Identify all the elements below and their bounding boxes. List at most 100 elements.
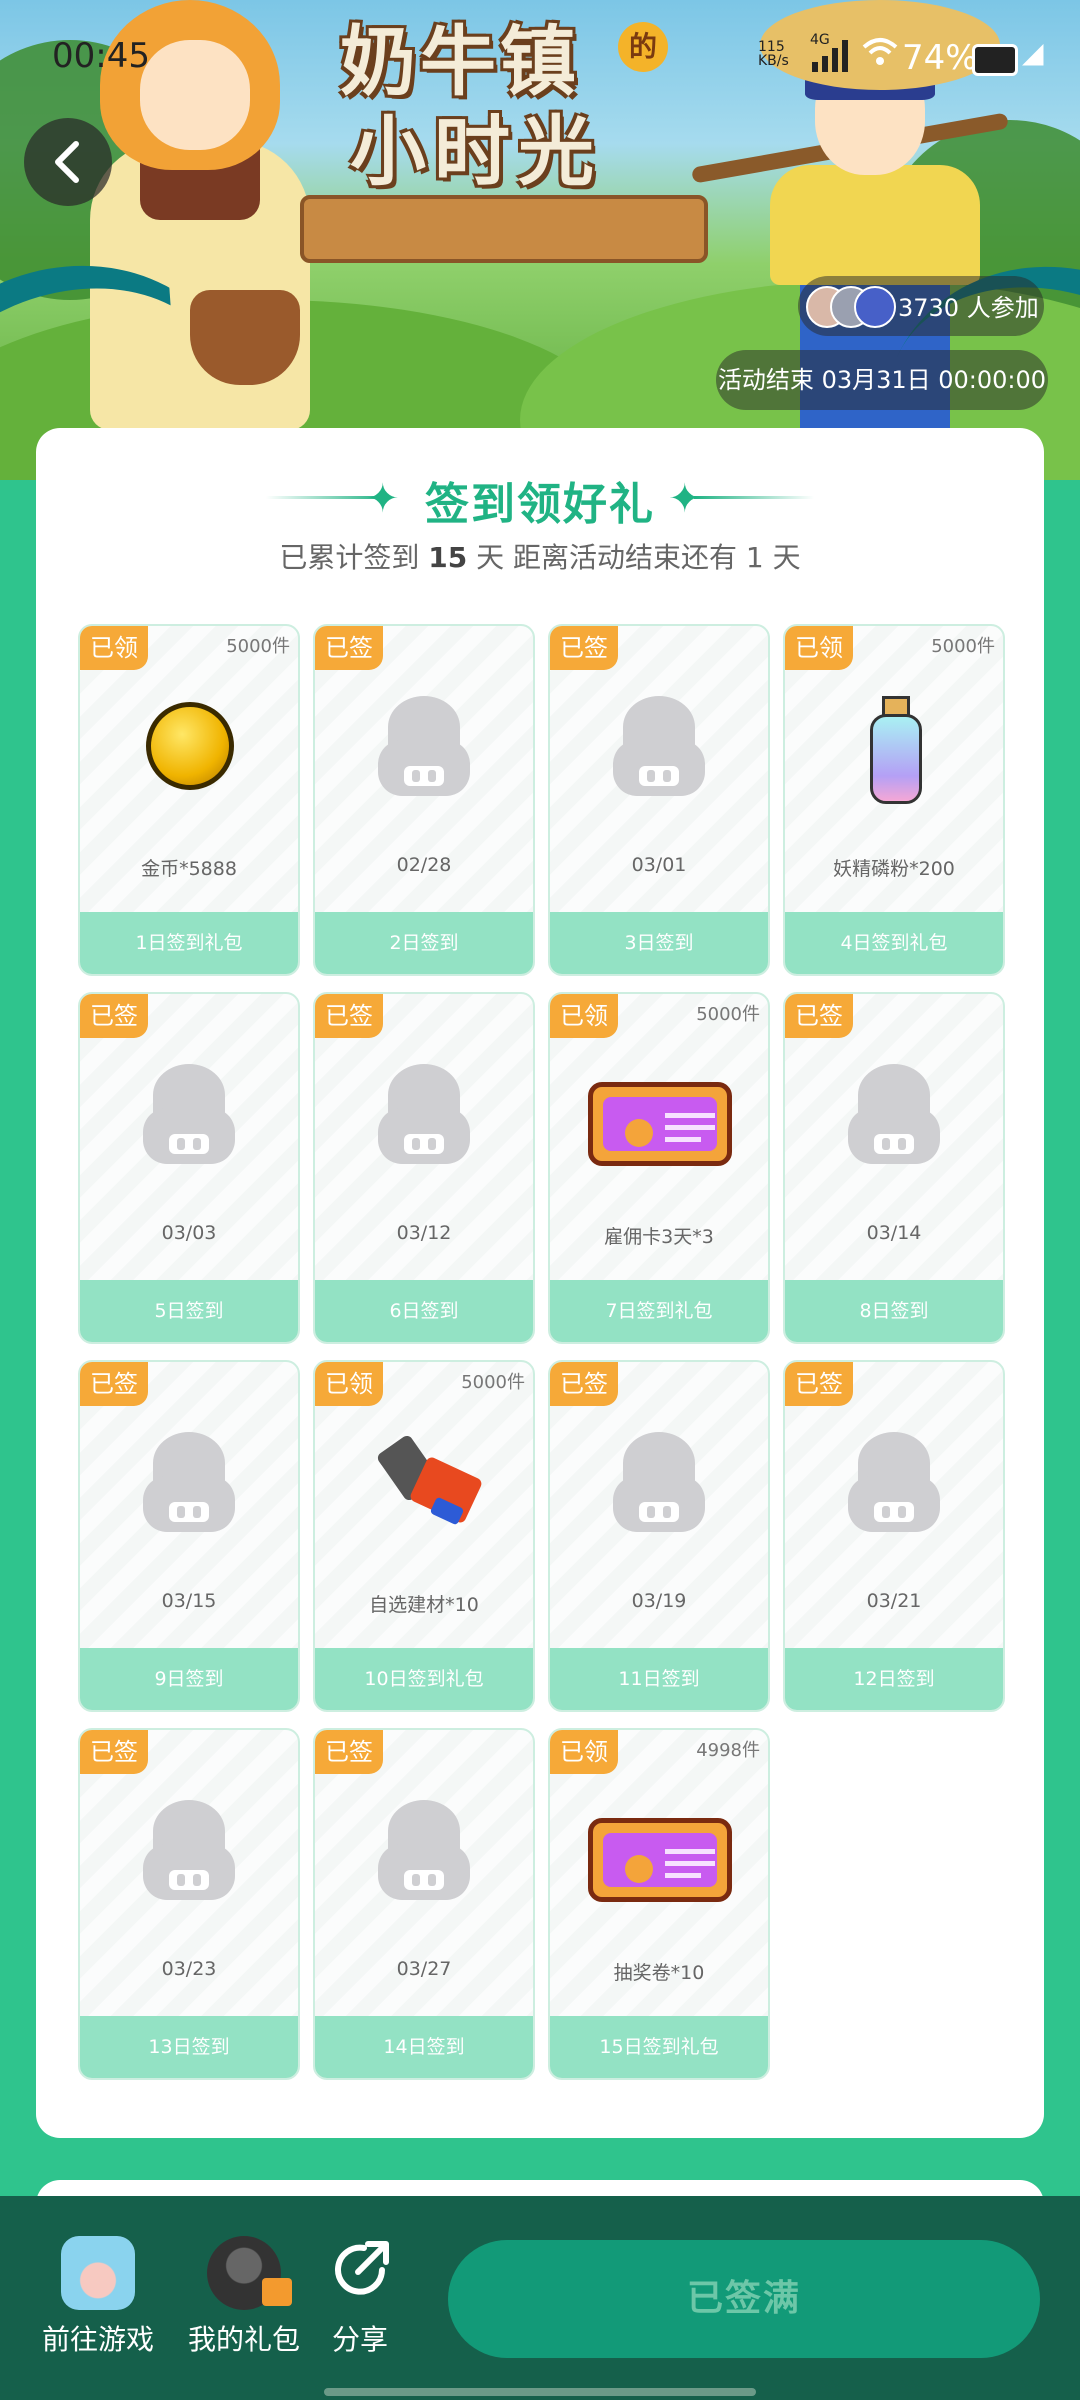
reward-cell[interactable]: 已领 4998件 抽奖卷*10 15日签到礼包	[548, 1728, 770, 2080]
participants-count: 3730 人参加	[898, 294, 1039, 322]
claim-status-tag: 已签	[80, 994, 148, 1038]
claim-status-tag: 已签	[550, 1362, 618, 1406]
reward-day-label: 11日签到	[550, 1648, 768, 1710]
stock-quantity: 5000件	[226, 636, 290, 657]
reward-cell[interactable]: 已签 03/12 6日签到	[313, 992, 535, 1344]
reward-day-label: 7日签到礼包	[550, 1280, 768, 1342]
network-speed-unit: KB/s	[758, 53, 789, 69]
reward-day-label: 4日签到礼包	[785, 912, 1003, 974]
event-end-time: 活动结束 03月31日 00:00:00	[716, 350, 1048, 410]
subtitle-remaining: 天 距离活动结束还有 1 天	[476, 541, 801, 574]
stock-quantity: 5000件	[931, 636, 995, 657]
reward-day-label: 12日签到	[785, 1648, 1003, 1710]
signed-full-button[interactable]: 已签满	[448, 2240, 1040, 2358]
reward-cell[interactable]: 已签 03/27 14日签到	[313, 1728, 535, 2080]
reward-day-label: 5日签到	[80, 1280, 298, 1342]
placeholder-icon	[139, 1800, 239, 1900]
reward-name: 03/12	[396, 1222, 452, 1244]
back-arrow-icon	[55, 141, 79, 183]
logo-title-line2: 小时光	[350, 107, 602, 196]
claim-status-tag: 已签	[315, 626, 383, 670]
reward-name: 03/27	[396, 1958, 452, 1980]
reward-cell[interactable]: 已签 03/15 9日签到	[78, 1360, 300, 1712]
reward-name: 03/15	[161, 1590, 217, 1612]
checkin-subtitle: 已累计签到 15 天 距离活动结束还有 1 天	[36, 536, 1044, 576]
go-to-game-label: 前往游戏	[41, 2323, 154, 2356]
reward-cell[interactable]: 已签 03/19 11日签到	[548, 1360, 770, 1712]
placeholder-icon	[844, 1064, 944, 1164]
reward-day-label: 10日签到礼包	[315, 1648, 533, 1710]
status-bar: 00:45 115 KB/s 4G 74% ◢	[0, 30, 1080, 90]
reward-cell[interactable]: 已领 5000件妖精磷粉*200 4日签到礼包	[783, 624, 1005, 976]
reward-day-label: 6日签到	[315, 1280, 533, 1342]
reward-name: 03/01	[631, 854, 687, 876]
reward-name: 雇佣卡3天*3	[604, 1226, 714, 1248]
notification-bird-icon: ◢	[1022, 36, 1044, 69]
reward-cell[interactable]: 已领 5000件 雇佣卡3天*3 7日签到礼包	[548, 992, 770, 1344]
reward-cell[interactable]: 已签 02/28 2日签到	[313, 624, 535, 976]
claim-status-tag: 已签	[785, 994, 853, 1038]
reward-name: 金币*5888	[141, 858, 237, 880]
reward-day-label: 1日签到礼包	[80, 912, 298, 974]
reward-cell[interactable]: 已领 5000件金币*5888 1日签到礼包	[78, 624, 300, 976]
battery-icon	[972, 44, 1018, 76]
share-label: 分享	[331, 2323, 388, 2356]
placeholder-icon	[374, 1800, 474, 1900]
ticket-icon	[588, 1082, 732, 1166]
reward-cell[interactable]: 已签 03/21 12日签到	[783, 1360, 1005, 1712]
reward-day-label: 3日签到	[550, 912, 768, 974]
reward-name: 自选建材*10	[369, 1594, 479, 1616]
placeholder-icon	[139, 1432, 239, 1532]
placeholder-icon	[374, 696, 474, 796]
home-indicator[interactable]	[324, 2388, 756, 2396]
title-divider	[694, 496, 814, 499]
participants-badge: 3730 人参加	[798, 276, 1044, 336]
reward-day-label: 15日签到礼包	[550, 2016, 768, 2078]
reward-cell[interactable]: 已签 03/03 5日签到	[78, 992, 300, 1344]
avatar	[854, 286, 896, 328]
status-time: 00:45	[52, 36, 150, 76]
reward-day-label: 14日签到	[315, 2016, 533, 2078]
checkin-days: 15	[428, 541, 468, 574]
network-speed: 115 KB/s	[758, 40, 789, 68]
placeholder-icon	[139, 1064, 239, 1164]
placeholder-icon	[374, 1064, 474, 1164]
reward-name: 03/14	[866, 1222, 922, 1244]
reward-cell[interactable]: 已签 03/23 13日签到	[78, 1728, 300, 2080]
reward-day-label: 8日签到	[785, 1280, 1003, 1342]
wifi-icon	[862, 36, 898, 76]
building-kit-icon	[374, 1432, 484, 1532]
stock-quantity: 4998件	[696, 1740, 760, 1761]
my-gifts-label: 我的礼包	[187, 2323, 300, 2356]
ticket-icon	[588, 1818, 732, 1902]
reward-day-label: 2日签到	[315, 912, 533, 974]
claim-status-tag: 已签	[315, 994, 383, 1038]
battery-percent: 74%	[902, 38, 978, 78]
reward-name: 03/21	[866, 1590, 922, 1612]
reward-cell[interactable]: 已领 5000件 自选建材*10 10日签到礼包	[313, 1360, 535, 1712]
claim-status-tag: 已领	[785, 626, 853, 670]
placeholder-icon	[609, 696, 709, 796]
network-type: 4G	[810, 32, 830, 48]
back-button[interactable]	[24, 118, 112, 206]
reward-day-label: 13日签到	[80, 2016, 298, 2078]
claim-status-tag: 已领	[80, 626, 148, 670]
coin-icon	[146, 702, 234, 790]
reward-day-label: 9日签到	[80, 1648, 298, 1710]
sparkle-icon: ✦	[668, 476, 702, 522]
claim-status-tag: 已领	[550, 994, 618, 1038]
gift-icon	[262, 2278, 292, 2306]
game-app-icon	[61, 2236, 135, 2310]
stock-quantity: 5000件	[461, 1372, 525, 1393]
signal-icon: 4G	[810, 32, 850, 82]
reward-name: 03/03	[161, 1222, 217, 1244]
subtitle-prefix: 已累计签到	[279, 541, 420, 574]
reward-name: 妖精磷粉*200	[833, 858, 955, 880]
bottom-action-bar: 前往游戏 我的礼包 分享 已签满	[0, 2196, 1080, 2400]
placeholder-icon	[844, 1432, 944, 1532]
bottle-icon	[844, 696, 944, 804]
reward-name: 03/23	[161, 1958, 217, 1980]
claim-status-tag: 已签	[785, 1362, 853, 1406]
reward-cell[interactable]: 已签 03/01 3日签到	[548, 624, 770, 976]
reward-cell[interactable]: 已签 03/14 8日签到	[783, 992, 1005, 1344]
